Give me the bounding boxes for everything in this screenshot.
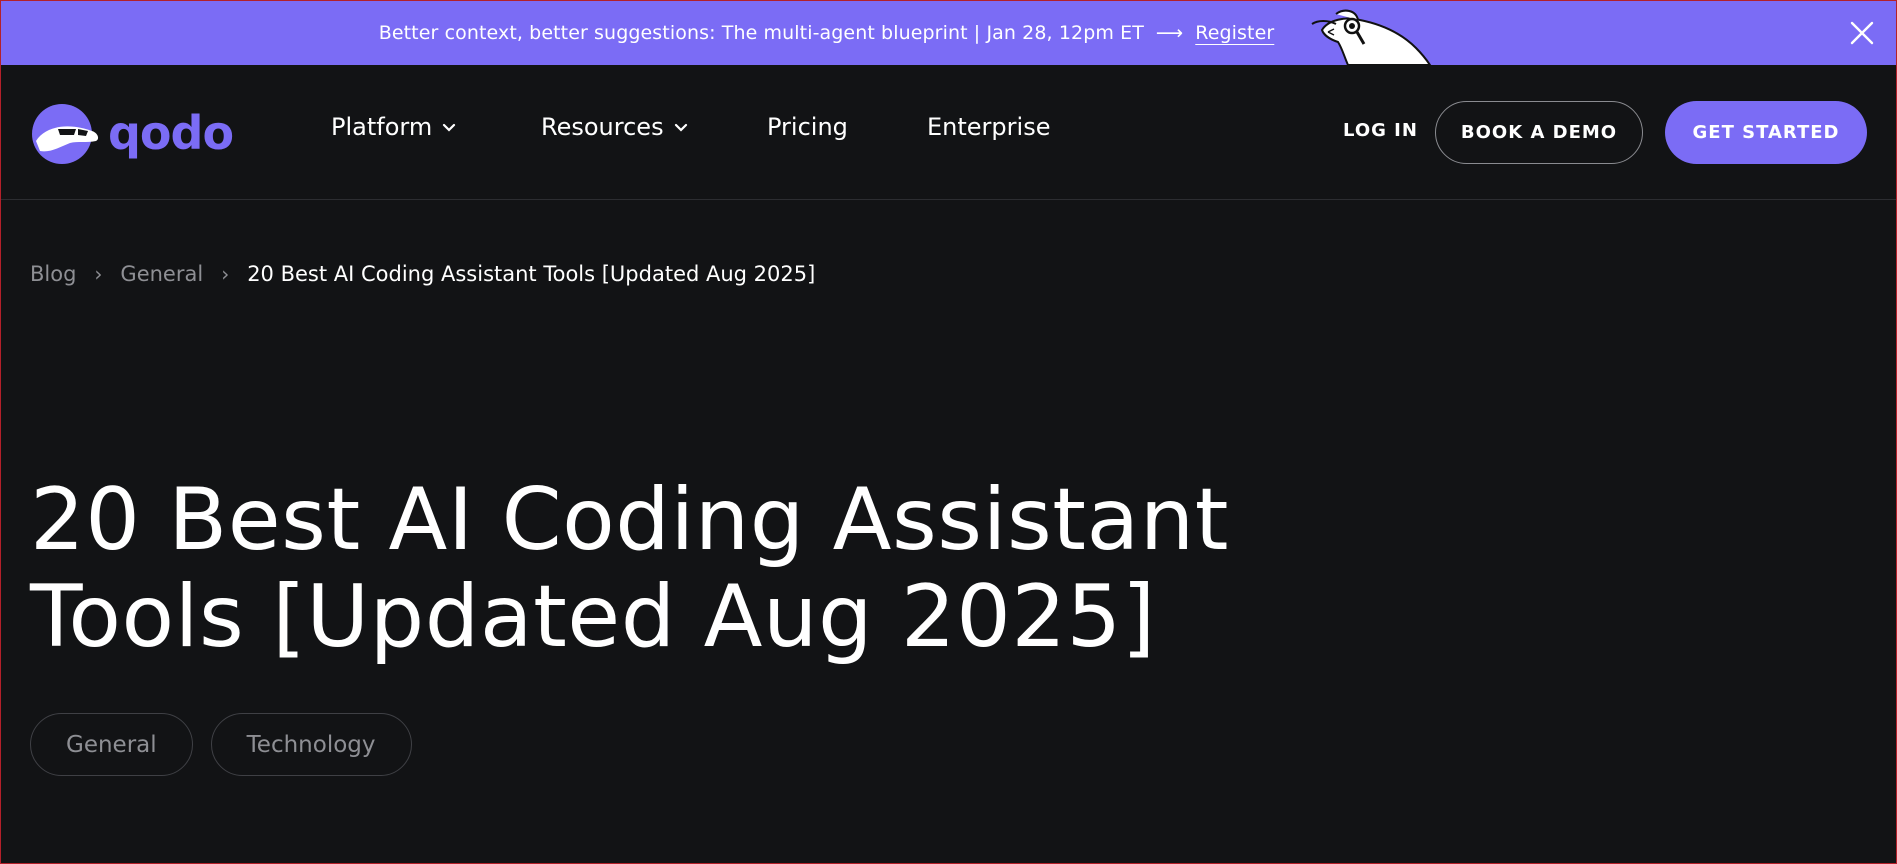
banner-content: Better context, better suggestions: The … <box>379 22 1275 44</box>
nav-item-label: Enterprise <box>927 113 1051 141</box>
article-tags: General Technology <box>30 713 412 776</box>
main-navigation: qodo Platform Resources Pricing Enterpri… <box>0 65 1897 200</box>
nav-item-resources[interactable]: Resources <box>541 113 688 141</box>
login-link[interactable]: LOG IN <box>1343 120 1418 141</box>
book-demo-button[interactable]: BOOK A DEMO <box>1435 101 1643 164</box>
get-started-button[interactable]: GET STARTED <box>1665 101 1867 164</box>
breadcrumb-link-general[interactable]: General <box>120 262 203 286</box>
breadcrumb-current: 20 Best AI Coding Assistant Tools [Updat… <box>247 262 816 286</box>
chevron-down-icon <box>443 123 456 132</box>
banner-text: Better context, better suggestions: The … <box>378 21 1144 44</box>
nav-item-label: Platform <box>331 113 433 141</box>
tag-technology[interactable]: Technology <box>210 713 412 776</box>
anteater-detective-icon <box>1311 9 1432 65</box>
close-icon[interactable] <box>1849 20 1875 46</box>
nav-item-enterprise[interactable]: Enterprise <box>927 113 1050 141</box>
page-title-line-2: Tools [Updated Aug 2025] <box>30 567 1156 667</box>
announcement-banner: Better context, better suggestions: The … <box>0 0 1897 65</box>
nav-item-label: Resources <box>541 113 664 141</box>
nav-item-label: Pricing <box>767 113 848 141</box>
logo-wordmark: qodo <box>108 106 234 160</box>
qodo-logo[interactable]: qodo <box>30 101 234 165</box>
nav-item-platform[interactable]: Platform <box>331 113 456 141</box>
tag-general[interactable]: General <box>30 713 193 776</box>
breadcrumb-separator: › <box>94 262 103 286</box>
breadcrumb-link-blog[interactable]: Blog <box>30 262 76 286</box>
anteater-logo-icon <box>32 104 99 164</box>
page-title: 20 Best AI Coding Assistant Tools [Updat… <box>30 472 1350 666</box>
nav-item-pricing[interactable]: Pricing <box>767 113 848 141</box>
breadcrumb-separator: › <box>221 262 230 286</box>
register-link[interactable]: Register <box>1195 22 1274 44</box>
arrow-right-icon: ⟶ <box>1155 21 1184 44</box>
page-title-line-1: 20 Best AI Coding Assistant <box>30 470 1229 570</box>
breadcrumb: Blog › General › 20 Best AI Coding Assis… <box>30 262 815 286</box>
chevron-down-icon <box>674 123 687 132</box>
